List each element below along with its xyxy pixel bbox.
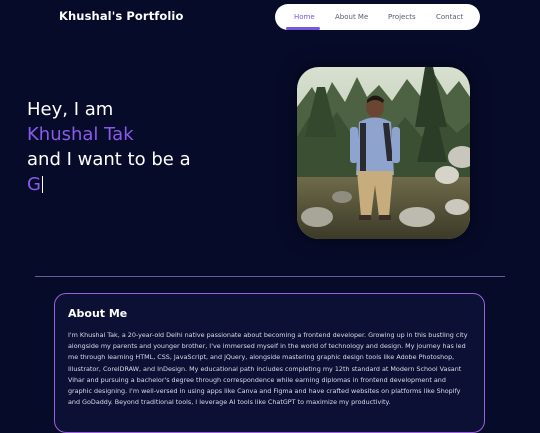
site-brand[interactable]: Khushal's Portfolio bbox=[59, 9, 183, 23]
nav-about-me[interactable]: About Me bbox=[335, 4, 368, 30]
profile-photo bbox=[297, 67, 470, 239]
section-divider bbox=[35, 276, 505, 277]
about-me-body: I'm Khushal Tak, a 20-year-old Delhi nat… bbox=[68, 331, 468, 407]
typing-cursor bbox=[41, 176, 44, 193]
hero-name: Khushal Tak bbox=[27, 124, 134, 145]
hero-tagline: and I want to be a bbox=[27, 149, 191, 170]
hero-typed-text: G bbox=[27, 174, 41, 195]
about-me-title: About Me bbox=[68, 307, 128, 320]
hero-heading: Hey, I am Khushal Tak and I want to be a… bbox=[27, 97, 191, 197]
profile-photo-image bbox=[297, 67, 470, 239]
hero-greeting: Hey, I am bbox=[27, 99, 114, 120]
about-me-card: About Me I'm Khushal Tak, a 20-year-old … bbox=[54, 293, 485, 433]
nav-projects[interactable]: Projects bbox=[388, 4, 416, 30]
nav-contact[interactable]: Contact bbox=[436, 4, 463, 30]
nav-active-indicator bbox=[286, 27, 320, 30]
